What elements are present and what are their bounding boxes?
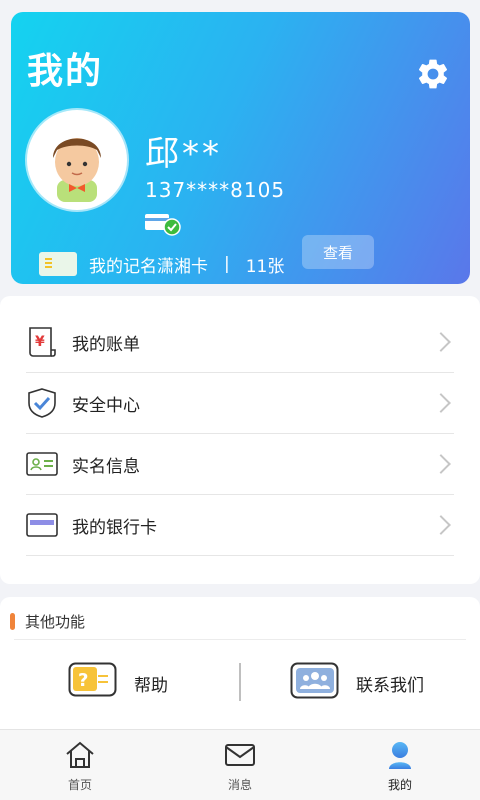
bottom-tab-bar: 首页 消息 我的 [0,729,480,800]
member-card-label: 我的记名潇湘卡 [89,256,208,277]
menu-item-label: 安全中心 [72,395,140,416]
help-icon: ? [68,662,118,704]
account-menu: ¥ 我的账单 安全中心 实名信息 我的银行卡 [0,296,480,584]
section-title: 其他功能 [25,613,86,631]
chevron-right-icon [431,454,451,474]
svg-text:?: ? [78,670,88,691]
section-header: 其他功能 [10,611,85,632]
user-phone: 137****8105 [145,178,286,202]
svg-text:¥: ¥ [35,334,45,350]
message-icon [224,740,256,770]
verified-card-icon [145,212,181,236]
contact-us-button[interactable]: 联系我们 [290,662,424,704]
user-name: 邱** [145,134,222,174]
profile-icon [384,740,416,770]
chevron-right-icon [431,332,451,352]
help-label: 帮助 [134,675,168,696]
tab-label: 首页 [67,778,92,792]
divider: | [224,254,230,274]
tab-label: 消息 [227,778,252,792]
id-card-icon [26,448,58,480]
bill-icon: ¥ [26,326,58,358]
bank-card-icon [26,509,58,541]
view-cards-button[interactable]: 查看 [302,235,374,269]
gear-icon[interactable] [415,56,451,92]
divider [239,663,241,701]
contact-us-label: 联系我们 [356,675,424,696]
profile-screen: 我的 邱** 137****8105 我的记名潇湘卡 | 11张 查看 ¥ 我的… [0,0,480,800]
menu-item-label: 我的银行卡 [72,517,157,538]
chevron-right-icon [431,393,451,413]
menu-item-label: 实名信息 [72,456,140,477]
tab-home[interactable]: 首页 [40,740,120,798]
menu-item-bills[interactable]: ¥ 我的账单 [26,312,454,373]
menu-item-label: 我的账单 [72,334,140,355]
contact-us-icon [290,662,340,704]
member-card-row: 我的记名潇湘卡 | 11张 [39,244,284,284]
menu-item-real-name[interactable]: 实名信息 [26,434,454,495]
menu-item-security[interactable]: 安全中心 [26,373,454,434]
page-title: 我的 [27,51,104,92]
chevron-right-icon [431,515,451,535]
home-icon [64,740,96,770]
menu-item-bank-cards[interactable]: 我的银行卡 [26,495,454,556]
profile-header-card: 我的 邱** 137****8105 我的记名潇湘卡 | 11张 查看 [11,12,470,284]
section-accent-bar [10,613,15,630]
help-button[interactable]: ? 帮助 [68,662,168,704]
avatar[interactable] [27,110,127,210]
divider [14,639,466,640]
other-functions-panel: 其他功能 ? 帮助 联系我们 [0,597,480,729]
tab-profile[interactable]: 我的 [360,740,440,798]
member-card-count: 11张 [245,256,285,277]
tab-label: 我的 [387,778,412,792]
tab-messages[interactable]: 消息 [200,740,280,798]
shield-icon [26,387,58,419]
member-card-icon [39,252,77,276]
